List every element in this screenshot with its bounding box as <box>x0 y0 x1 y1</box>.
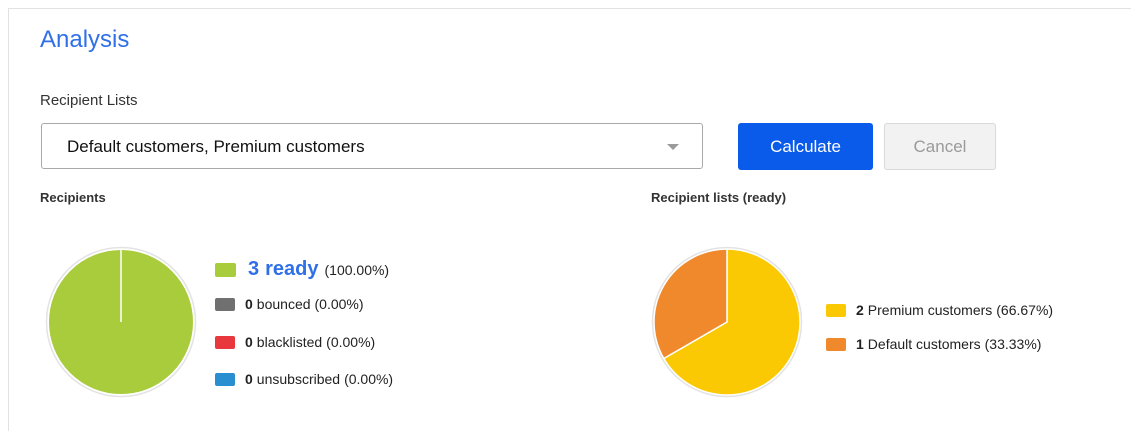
legend-percent: (0.00%) <box>326 334 376 350</box>
legend-label: Default customers <box>867 336 981 352</box>
legend-label: unsubscribed <box>256 371 341 387</box>
recipient-lists-selected-value: Default customers, Premium customers <box>67 137 365 156</box>
legend-swatch-unsubscribed <box>215 372 235 386</box>
legend-count: 3 <box>248 258 260 280</box>
legend-swatch-default <box>826 337 846 351</box>
legend-count: 1 <box>856 336 864 352</box>
legend-percent: (33.33%) <box>984 336 1042 352</box>
chevron-down-icon[interactable] <box>667 144 679 150</box>
recipient-lists-pie-chart <box>651 246 803 398</box>
legend-percent: (0.00%) <box>314 296 364 312</box>
legend-item-ready: 3 ready (100.00%) <box>215 258 389 281</box>
legend-label[interactable]: ready <box>265 258 318 281</box>
legend-count: 0 <box>245 334 253 350</box>
recipients-pie-chart <box>45 246 197 398</box>
legend-item-bounced: 0 bounced (0.00%) <box>215 296 364 312</box>
legend-swatch-ready <box>215 262 236 277</box>
legend-swatch-bounced <box>215 297 235 311</box>
recipients-heading: Recipients <box>40 190 106 205</box>
recipient-lists-label: Recipient Lists <box>40 92 138 109</box>
legend-label: Premium customers <box>867 302 993 318</box>
legend-item-default-customers: 1 Default customers (33.33%) <box>826 336 1041 352</box>
legend-swatch-blacklisted <box>215 335 235 349</box>
page-title: Analysis <box>40 26 130 53</box>
panel-left-border <box>8 8 9 431</box>
legend-item-unsubscribed: 0 unsubscribed (0.00%) <box>215 371 393 387</box>
legend-count: 2 <box>856 302 864 318</box>
calculate-button[interactable]: Calculate <box>738 123 873 170</box>
legend-label: bounced <box>256 296 311 312</box>
legend-item-blacklisted: 0 blacklisted (0.00%) <box>215 334 375 350</box>
legend-percent: (66.67%) <box>996 302 1054 318</box>
legend-count: 0 <box>245 371 253 387</box>
recipient-lists-select[interactable]: Default customers, Premium customers <box>41 123 703 169</box>
legend-percent: (0.00%) <box>344 371 394 387</box>
legend-label: blacklisted <box>256 334 323 350</box>
legend-item-premium-customers: 2 Premium customers (66.67%) <box>826 302 1053 318</box>
legend-swatch-premium <box>826 303 846 317</box>
recipient-lists-ready-heading: Recipient lists (ready) <box>651 190 787 205</box>
legend-percent: (100.00%) <box>324 261 390 278</box>
legend-count: 0 <box>245 296 253 312</box>
panel-top-border <box>8 8 1131 9</box>
cancel-button[interactable]: Cancel <box>884 123 996 170</box>
